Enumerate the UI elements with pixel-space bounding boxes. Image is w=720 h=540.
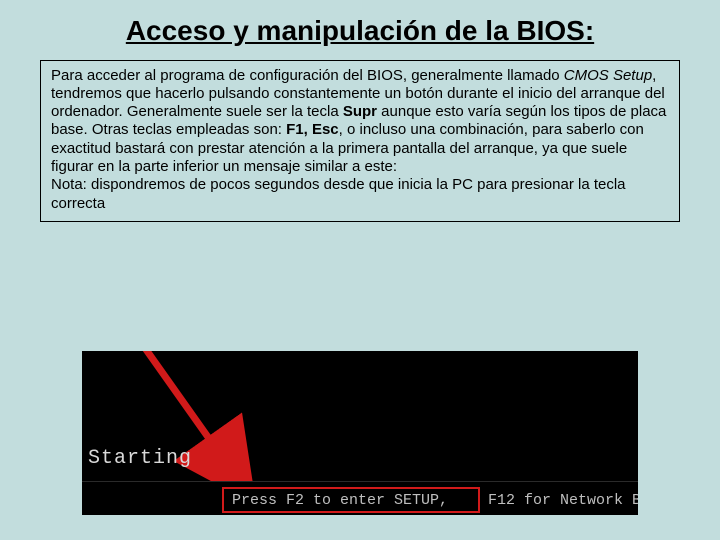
body-seg6: F1, Esc <box>286 121 339 138</box>
boot-footer-setup: Press F2 to enter SETUP, <box>232 492 448 509</box>
boot-footer-rest: F12 for Network Boot, <box>488 492 638 509</box>
boot-screenshot: Starting Press F2 to enter SETUP, F12 fo… <box>82 351 638 515</box>
content-box: Para acceder al programa de configuració… <box>40 60 680 222</box>
red-arrow-icon <box>112 351 272 491</box>
body-note: Nota: dispondremos de pocos segundos des… <box>51 176 669 213</box>
slide-title: Acceso y manipulación de la BIOS: <box>40 14 680 48</box>
body-paragraph: Para acceder al programa de configuració… <box>51 67 669 177</box>
boot-starting-text: Starting <box>88 447 192 470</box>
body-seg2: CMOS Setup <box>564 67 652 84</box>
body-seg1: Para acceder al programa de configuració… <box>51 67 564 84</box>
body-seg4: Supr <box>343 103 377 120</box>
